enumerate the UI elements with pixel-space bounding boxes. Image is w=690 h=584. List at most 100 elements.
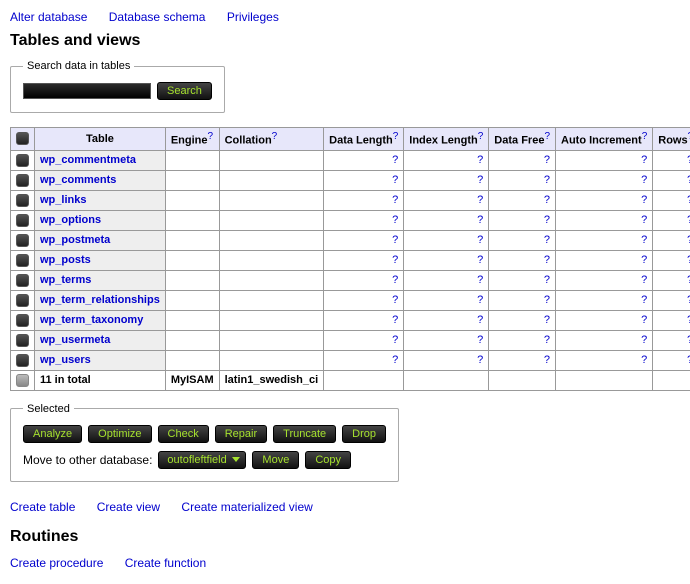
create-view-link[interactable]: Create view — [97, 500, 160, 514]
row-checkbox[interactable] — [16, 234, 29, 247]
cell-data-length[interactable]: ? — [324, 250, 404, 270]
table-name-link[interactable]: wp_postmeta — [40, 234, 110, 246]
table-name-link[interactable]: wp_links — [40, 194, 86, 206]
cell-rows[interactable]: ? — [653, 150, 690, 170]
cell-data-free[interactable]: ? — [489, 350, 556, 370]
cell-data-free[interactable]: ? — [489, 290, 556, 310]
col-table[interactable]: Table — [35, 128, 166, 151]
cell-auto-increment[interactable]: ? — [556, 190, 653, 210]
cell-index-length[interactable]: ? — [404, 350, 489, 370]
cell-index-length[interactable]: ? — [404, 170, 489, 190]
cell-index-length[interactable]: ? — [404, 210, 489, 230]
col-collation[interactable]: Collation? — [219, 128, 324, 151]
row-checkbox[interactable] — [16, 214, 29, 227]
cell-rows[interactable]: ? — [653, 350, 690, 370]
table-name-link[interactable]: wp_terms — [40, 274, 91, 286]
copy-button[interactable]: Copy — [305, 451, 351, 469]
cell-auto-increment[interactable]: ? — [556, 310, 653, 330]
cell-auto-increment[interactable]: ? — [556, 290, 653, 310]
cell-data-length[interactable]: ? — [324, 150, 404, 170]
cell-data-free[interactable]: ? — [489, 250, 556, 270]
optimize-button[interactable]: Optimize — [88, 425, 151, 443]
cell-rows[interactable]: ? — [653, 330, 690, 350]
row-checkbox[interactable] — [16, 294, 29, 307]
table-name-link[interactable]: wp_posts — [40, 254, 91, 266]
repair-button[interactable]: Repair — [215, 425, 267, 443]
cell-index-length[interactable]: ? — [404, 310, 489, 330]
row-checkbox[interactable] — [16, 174, 29, 187]
cell-data-length[interactable]: ? — [324, 270, 404, 290]
cell-rows[interactable]: ? — [653, 270, 690, 290]
cell-auto-increment[interactable]: ? — [556, 330, 653, 350]
cell-index-length[interactable]: ? — [404, 190, 489, 210]
cell-rows[interactable]: ? — [653, 190, 690, 210]
database-select[interactable]: outofleftfield — [158, 451, 246, 469]
privileges-link[interactable]: Privileges — [227, 10, 279, 24]
cell-auto-increment[interactable]: ? — [556, 230, 653, 250]
cell-data-length[interactable]: ? — [324, 210, 404, 230]
create-function-link[interactable]: Create function — [125, 556, 206, 570]
database-schema-link[interactable]: Database schema — [109, 10, 206, 24]
cell-auto-increment[interactable]: ? — [556, 210, 653, 230]
cell-index-length[interactable]: ? — [404, 330, 489, 350]
row-checkbox[interactable] — [16, 154, 29, 167]
table-name-link[interactable]: wp_term_relationships — [40, 294, 160, 306]
table-name-link[interactable]: wp_users — [40, 354, 91, 366]
cell-rows[interactable]: ? — [653, 170, 690, 190]
table-name-link[interactable]: wp_comments — [40, 174, 116, 186]
truncate-button[interactable]: Truncate — [273, 425, 336, 443]
cell-data-free[interactable]: ? — [489, 330, 556, 350]
cell-rows[interactable]: ? — [653, 210, 690, 230]
row-checkbox[interactable] — [16, 254, 29, 267]
cell-data-length[interactable]: ? — [324, 170, 404, 190]
move-button[interactable]: Move — [252, 451, 299, 469]
cell-data-free[interactable]: ? — [489, 270, 556, 290]
cell-data-length[interactable]: ? — [324, 190, 404, 210]
cell-data-free[interactable]: ? — [489, 230, 556, 250]
cell-rows[interactable]: ? — [653, 290, 690, 310]
select-all-checkbox[interactable] — [16, 132, 29, 145]
totals-checkbox[interactable] — [16, 374, 29, 387]
col-data-length[interactable]: Data Length? — [324, 128, 404, 151]
col-rows[interactable]: Rows? — [653, 128, 690, 151]
table-name-link[interactable]: wp_options — [40, 214, 101, 226]
cell-auto-increment[interactable]: ? — [556, 270, 653, 290]
cell-rows[interactable]: ? — [653, 250, 690, 270]
cell-data-free[interactable]: ? — [489, 190, 556, 210]
cell-data-free[interactable]: ? — [489, 310, 556, 330]
row-checkbox[interactable] — [16, 334, 29, 347]
search-button[interactable]: Search — [157, 82, 212, 100]
cell-index-length[interactable]: ? — [404, 150, 489, 170]
cell-data-length[interactable]: ? — [324, 230, 404, 250]
create-materialized-view-link[interactable]: Create materialized view — [181, 500, 312, 514]
check-button[interactable]: Check — [158, 425, 209, 443]
cell-index-length[interactable]: ? — [404, 290, 489, 310]
col-engine[interactable]: Engine? — [165, 128, 219, 151]
cell-auto-increment[interactable]: ? — [556, 350, 653, 370]
cell-rows[interactable]: ? — [653, 230, 690, 250]
cell-index-length[interactable]: ? — [404, 230, 489, 250]
cell-auto-increment[interactable]: ? — [556, 170, 653, 190]
col-auto-increment[interactable]: Auto Increment? — [556, 128, 653, 151]
cell-rows[interactable]: ? — [653, 310, 690, 330]
create-table-link[interactable]: Create table — [10, 500, 75, 514]
cell-data-free[interactable]: ? — [489, 170, 556, 190]
analyze-button[interactable]: Analyze — [23, 425, 82, 443]
row-checkbox[interactable] — [16, 194, 29, 207]
table-name-link[interactable]: wp_usermeta — [40, 334, 110, 346]
cell-auto-increment[interactable]: ? — [556, 250, 653, 270]
cell-data-free[interactable]: ? — [489, 210, 556, 230]
create-procedure-link[interactable]: Create procedure — [10, 556, 103, 570]
cell-data-length[interactable]: ? — [324, 310, 404, 330]
col-data-free[interactable]: Data Free? — [489, 128, 556, 151]
cell-data-free[interactable]: ? — [489, 150, 556, 170]
cell-data-length[interactable]: ? — [324, 290, 404, 310]
col-index-length[interactable]: Index Length? — [404, 128, 489, 151]
search-input[interactable] — [23, 83, 151, 99]
drop-button[interactable]: Drop — [342, 425, 386, 443]
row-checkbox[interactable] — [16, 314, 29, 327]
cell-auto-increment[interactable]: ? — [556, 150, 653, 170]
table-name-link[interactable]: wp_commentmeta — [40, 154, 136, 166]
cell-index-length[interactable]: ? — [404, 270, 489, 290]
cell-data-length[interactable]: ? — [324, 350, 404, 370]
